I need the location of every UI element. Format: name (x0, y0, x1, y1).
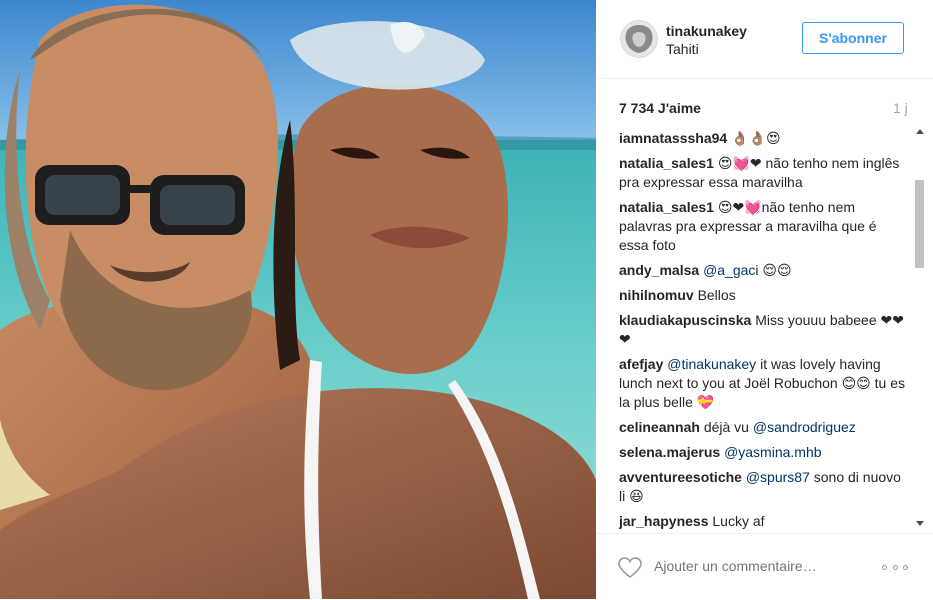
comment-item: natalia_sales1 😍❤💓não tenho nem palavras… (619, 198, 909, 255)
comment-input[interactable] (654, 558, 874, 574)
username-link[interactable]: tinakunakey (666, 23, 747, 39)
comment-item: celineannah déjà vu @sandrodriguez (619, 418, 909, 437)
comment-author[interactable]: celineannah (619, 419, 700, 435)
comment-author[interactable]: jar_hapyness (619, 513, 709, 529)
post-footer (596, 533, 933, 600)
comment-author[interactable]: klaudiakapuscinska (619, 312, 751, 328)
comment-scrollbar[interactable] (914, 125, 926, 530)
comment-author[interactable]: natalia_sales1 (619, 155, 714, 171)
heart-icon[interactable] (618, 557, 642, 579)
comment-mention[interactable]: @spurs87 (746, 469, 810, 485)
comment-author[interactable]: andy_malsa (619, 262, 699, 278)
scroll-up-arrow-icon[interactable] (916, 129, 924, 134)
comment-list: iamnatasssha94 👌🏽👌🏽😍 natalia_sales1 😍💓❤ n… (619, 129, 909, 529)
comment-author[interactable]: nihilnomuv (619, 287, 694, 303)
post-details-panel: tinakunakey Tahiti S'abonner 7 734 J'aim… (596, 0, 933, 599)
avatar-image (621, 21, 657, 57)
scroll-down-arrow-icon[interactable] (916, 521, 924, 526)
comment-mention[interactable]: @sandrodriguez (753, 419, 856, 435)
likes-count[interactable]: 7 734 J'aime (619, 100, 701, 116)
post-age[interactable]: 1 j (893, 100, 908, 116)
comment-item: andy_malsa @a_gaci 😌😌 (619, 261, 909, 280)
comment-mention[interactable]: @a_gaci (703, 262, 758, 278)
comment-item: natalia_sales1 😍💓❤ não tenho nem inglês … (619, 154, 909, 192)
dot (903, 564, 908, 570)
comment-author[interactable]: selena.majerus (619, 444, 720, 460)
comment-item: avventureesotiche @spurs87 sono di nuovo… (619, 468, 909, 506)
dot (882, 564, 887, 570)
location-link[interactable]: Tahiti (666, 41, 699, 57)
comment-item: iamnatasssha94 👌🏽👌🏽😍 (619, 129, 909, 148)
comment-text: déjà vu (703, 419, 753, 435)
avatar[interactable] (620, 20, 658, 58)
comment-author[interactable]: natalia_sales1 (619, 199, 714, 215)
post-header: tinakunakey Tahiti S'abonner (596, 0, 933, 79)
more-options-icon[interactable] (882, 560, 908, 574)
comment-item: selena.majerus @yasmina.mhb (619, 443, 909, 462)
comment-mention[interactable]: @yasmina.mhb (724, 444, 821, 460)
comment-item: jar_hapyness Lucky af (619, 512, 909, 529)
photo-image (0, 0, 596, 599)
comment-author[interactable]: iamnatasssha94 (619, 130, 727, 146)
dot (892, 564, 898, 570)
comment-text: Bellos (697, 287, 736, 303)
comment-item: nihilnomuv Bellos (619, 286, 909, 305)
post-photo (0, 0, 596, 599)
comment-author[interactable]: afefjay (619, 356, 663, 372)
comment-item: klaudiakapuscinska Miss youuu babeee ❤❤❤ (619, 311, 909, 349)
comment-mention[interactable]: @tinakunakey (667, 356, 756, 372)
comment-text: 👌🏽👌🏽😍 (731, 130, 781, 146)
comment-item: afefjay @tinakunakey it was lovely havin… (619, 355, 909, 412)
comment-author[interactable]: avventureesotiche (619, 469, 742, 485)
comment-text: Lucky af (712, 513, 765, 529)
follow-button[interactable]: S'abonner (802, 22, 904, 54)
comment-text: 😌😌 (758, 262, 792, 278)
scroll-thumb[interactable] (915, 180, 924, 268)
